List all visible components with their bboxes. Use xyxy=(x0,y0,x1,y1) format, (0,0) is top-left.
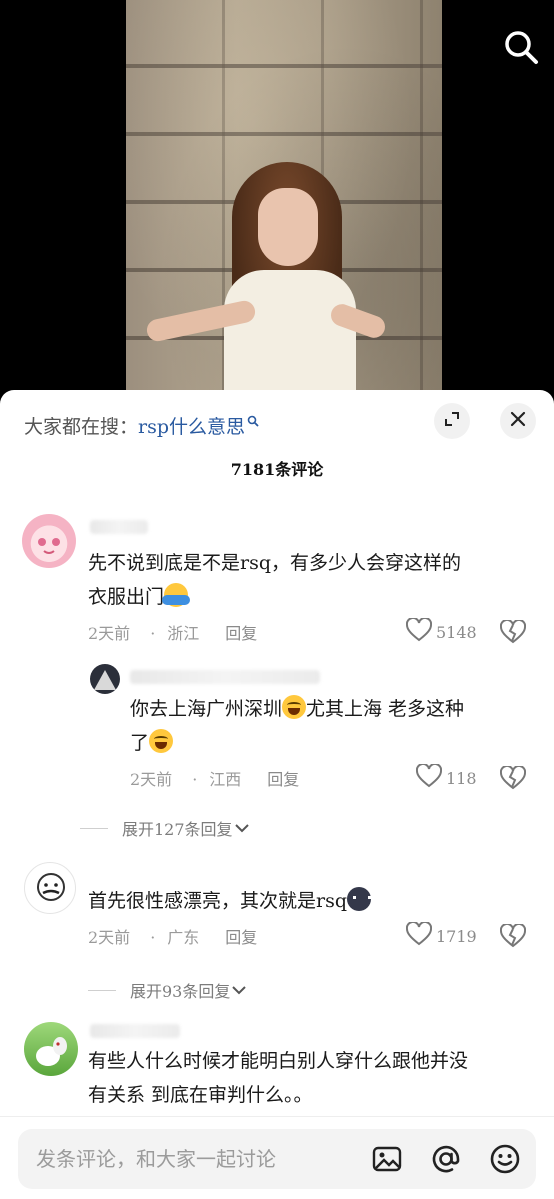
mention-icon[interactable] xyxy=(429,1142,463,1176)
dark-face-emoji-icon xyxy=(347,887,371,911)
broken-heart-icon xyxy=(499,764,527,794)
chevron-down-icon xyxy=(230,981,248,1000)
comment-text: 你去上海广州深圳 尤其上海 老多这种 了 xyxy=(130,692,530,760)
expand-icon xyxy=(443,410,461,432)
small-search-icon xyxy=(247,412,259,434)
like-count: 5148 xyxy=(436,622,477,642)
close-sheet-button[interactable] xyxy=(500,403,536,439)
dislike-button[interactable] xyxy=(499,922,527,952)
laugh-cry-emoji-icon xyxy=(282,695,307,719)
video-player[interactable] xyxy=(0,0,554,410)
username-blurred[interactable] xyxy=(130,670,320,684)
reply-button[interactable]: 回复 xyxy=(225,928,257,947)
comment-text: 首先很性感漂亮，其次就是rsq xyxy=(88,884,538,918)
comment-meta: 2天前 · 江西 回复 xyxy=(130,770,300,789)
hot-search-query[interactable]: rsp什么意思 xyxy=(138,416,245,438)
comment-meta: 2天前 · 浙江 回复 xyxy=(88,624,258,643)
heart-icon xyxy=(405,920,436,950)
like-button[interactable]: 1719 xyxy=(405,920,477,950)
close-icon xyxy=(510,411,526,431)
like-button[interactable]: 118 xyxy=(415,762,477,792)
avatar[interactable] xyxy=(22,514,76,568)
heart-icon xyxy=(405,616,436,646)
like-count: 118 xyxy=(446,768,477,788)
avatar[interactable] xyxy=(24,1022,78,1076)
expand-sheet-button[interactable] xyxy=(434,403,470,439)
like-button[interactable]: 5148 xyxy=(405,616,477,646)
avatar[interactable] xyxy=(24,862,76,914)
heart-icon xyxy=(415,762,446,792)
search-icon[interactable] xyxy=(500,26,542,68)
comment-input-bar xyxy=(0,1116,554,1199)
hot-search-bar[interactable]: 大家都在搜：rsp什么意思 xyxy=(24,412,259,439)
dislike-button[interactable] xyxy=(499,764,527,794)
comment-sheet: 大家都在搜：rsp什么意思 7181条评论 先不说到底是不是rsq，有多少人会穿… xyxy=(0,390,554,1199)
reply-button[interactable]: 回复 xyxy=(267,770,299,789)
broken-heart-icon xyxy=(499,922,527,952)
dislike-button[interactable] xyxy=(499,618,527,648)
comment-text: 先不说到底是不是rsq，有多少人会穿这样的 衣服出门 xyxy=(88,552,461,608)
comment-item: 首先很性感漂亮，其次就是rsq 2天前 · 广东 回复 1719 xyxy=(0,860,554,980)
username-blurred[interactable] xyxy=(90,520,148,534)
comment-input[interactable] xyxy=(36,1129,356,1189)
comment-meta: 2天前 · 广东 回复 xyxy=(88,928,258,947)
laugh-cry-emoji-icon xyxy=(149,729,174,753)
comment-input-box[interactable] xyxy=(18,1129,536,1189)
reply-item: 你去上海广州深圳 尤其上海 老多这种 了 2天前 · 江西 回复 118 xyxy=(0,660,554,810)
comment-item: 有些人什么时候才能明白别人穿什么跟他并没 有关系 到底在审判什么。。 xyxy=(0,1018,554,1118)
chevron-down-icon xyxy=(233,819,251,838)
comment-text: 有些人什么时候才能明白别人穿什么跟他并没 有关系 到底在审判什么。。 xyxy=(88,1050,469,1106)
comment-item: 先不说到底是不是rsq，有多少人会穿这样的 衣服出门 2天前 · 浙江 回复 5148 xyxy=(0,510,554,660)
reply-button[interactable]: 回复 xyxy=(225,624,257,643)
expand-replies-button[interactable]: 展开127条回复 xyxy=(80,816,251,840)
like-count: 1719 xyxy=(436,926,477,946)
image-icon[interactable] xyxy=(370,1142,404,1176)
comment-count: 7181条评论 xyxy=(230,460,324,479)
emoji-icon[interactable] xyxy=(488,1142,522,1176)
username-blurred[interactable] xyxy=(90,1024,180,1038)
hot-search-prefix: 大家都在搜： xyxy=(24,416,139,438)
avatar[interactable] xyxy=(90,664,120,694)
video-subject xyxy=(140,160,390,410)
broken-heart-icon xyxy=(499,618,527,648)
expand-replies-button[interactable]: 展开93条回复 xyxy=(88,978,248,1002)
hug-emoji-icon xyxy=(162,583,191,607)
